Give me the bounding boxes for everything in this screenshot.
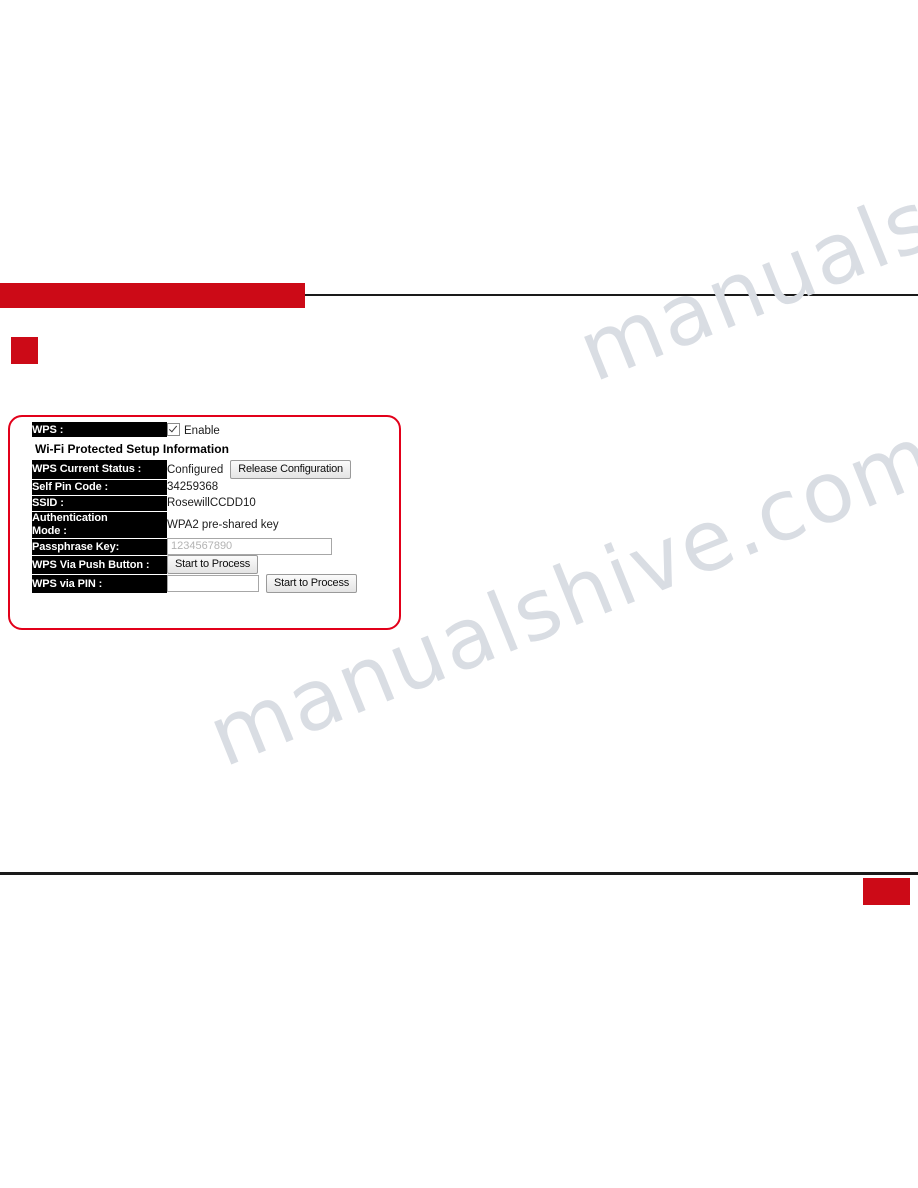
label-wps-current-status: WPS Current Status : <box>32 460 167 480</box>
label-authentication-mode-line2: Mode : <box>32 524 67 537</box>
wps-current-status-cell: Configured Release Configuration <box>167 460 377 479</box>
wps-via-pin-cell: Start to Process <box>167 574 377 593</box>
passphrase-key-input[interactable]: 1234567890 <box>167 538 332 555</box>
header-red-bar <box>0 283 305 308</box>
footer-rule <box>0 872 918 875</box>
wps-push-button-cell: Start to Process <box>167 555 377 574</box>
table-row-current-status: WPS Current Status : Configured Release … <box>32 460 377 480</box>
label-ssid: SSID : <box>32 495 167 512</box>
ssid-value: RosewillCCDD10 <box>167 495 377 511</box>
start-to-process-pin-button[interactable]: Start to Process <box>266 574 358 593</box>
wps-enable-label: Enable <box>184 424 220 437</box>
table-row-self-pin-code: Self Pin Code : 34259368 <box>32 479 377 496</box>
label-wps-push-button: WPS Via Push Button : <box>32 555 167 575</box>
table-row-ssid: SSID : RosewillCCDD10 <box>32 495 377 512</box>
footer-page-chip <box>863 878 910 905</box>
table-row-wps-via-pin: WPS via PIN : Start to Process <box>32 574 377 594</box>
table-row-auth-mode: Authentication Mode : WPA2 pre-shared ke… <box>32 511 377 539</box>
header-rule <box>305 294 918 296</box>
table-row-push-button: WPS Via Push Button : Start to Process <box>32 555 377 575</box>
label-authentication-mode: Authentication Mode : <box>32 511 167 539</box>
passphrase-key-cell: 1234567890 <box>167 538 377 555</box>
label-passphrase-key: Passphrase Key: <box>32 538 167 556</box>
label-authentication-mode-line1: Authentication <box>32 512 108 524</box>
wps-settings-table: WPS : Enable Wi-Fi Protected Setup Infor… <box>32 422 377 594</box>
table-row-wps-enable: WPS : Enable <box>32 422 377 438</box>
section-title-text: Wi-Fi Protected Setup Information <box>32 437 377 460</box>
authentication-mode-value: WPA2 pre-shared key <box>167 511 377 538</box>
table-row-section-title: Wi-Fi Protected Setup Information <box>32 437 377 460</box>
label-self-pin-code: Self Pin Code : <box>32 479 167 496</box>
self-pin-code-value: 34259368 <box>167 479 377 495</box>
table-row-passphrase-key: Passphrase Key: 1234567890 <box>32 538 377 556</box>
label-wps: WPS : <box>32 422 167 438</box>
watermark-text-top: manualshive.com <box>565 20 918 401</box>
release-configuration-button[interactable]: Release Configuration <box>230 460 351 479</box>
start-to-process-push-button[interactable]: Start to Process <box>167 555 259 574</box>
label-wps-via-pin: WPS via PIN : <box>32 574 167 594</box>
section-number-chip <box>11 337 38 364</box>
wps-enable-cell: Enable <box>167 422 377 438</box>
wps-pin-input[interactable] <box>167 575 259 592</box>
wps-enable-checkbox[interactable] <box>167 422 180 436</box>
wps-current-status-value: Configured <box>167 463 224 476</box>
